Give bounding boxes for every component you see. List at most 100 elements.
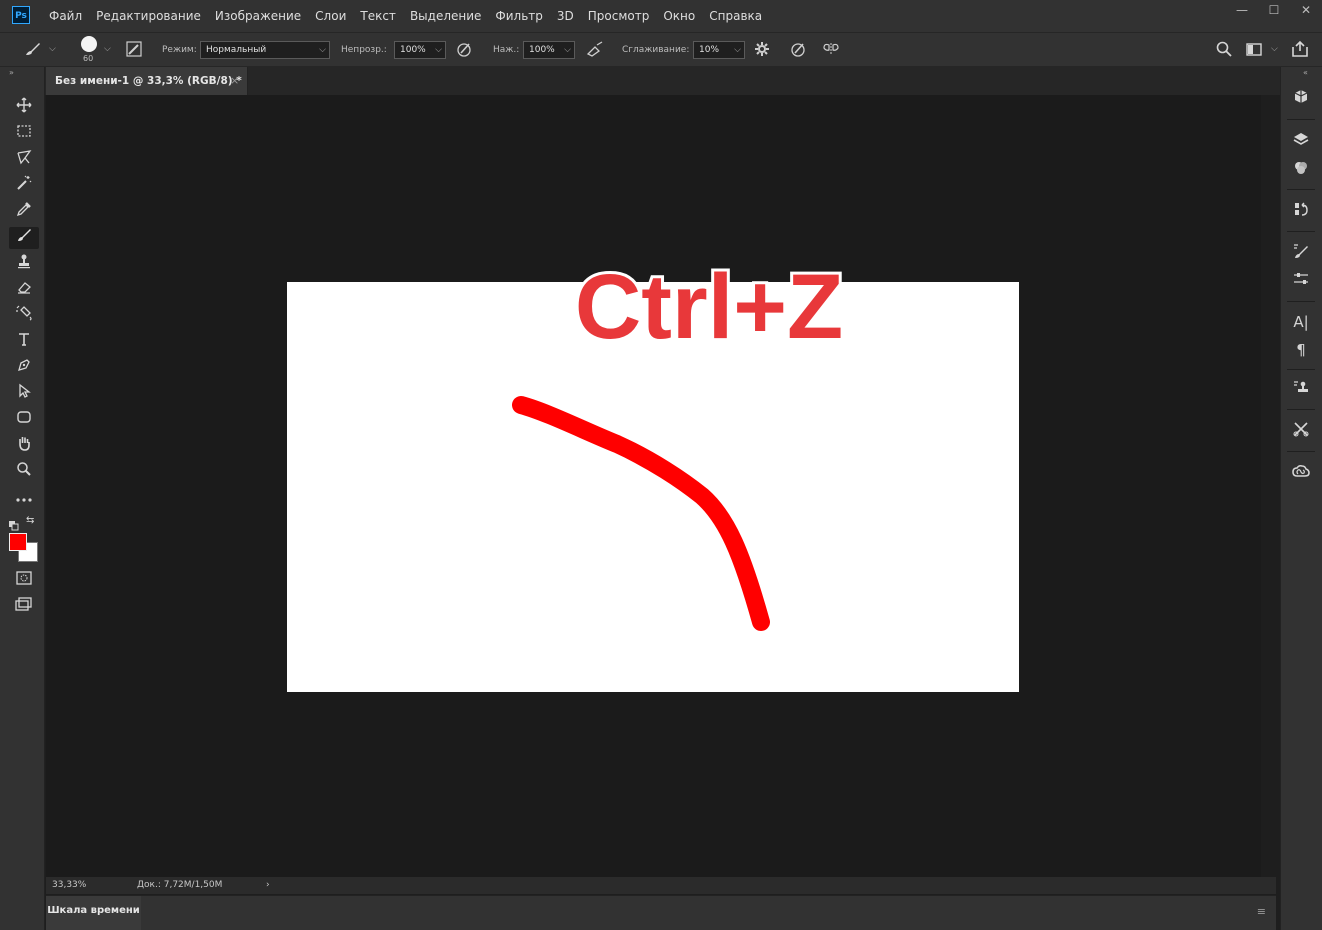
hand-tool[interactable] [9,435,39,457]
stamp-tool[interactable] [9,253,39,275]
opacity-field[interactable]: 100% ⌵ [394,41,446,59]
smoothing-label: Сглаживание: [622,45,690,55]
dock-separator [1287,301,1315,302]
status-menu-arrow[interactable]: › [266,880,270,890]
adjustments-icon[interactable] [1289,271,1313,293]
move-icon [16,97,32,113]
brush-size-value: 60 [83,54,94,63]
type-tool[interactable] [9,331,39,353]
document-size: Док.: 7,72M/1,50M [137,880,223,890]
search-icon[interactable] [1216,41,1232,61]
flow-field[interactable]: 100% ⌵ [523,41,575,59]
workspace-chevron-icon[interactable]: ⌵ [1271,44,1278,54]
history-icon[interactable] [1289,201,1313,223]
ctrl-z-headline: Ctrl+Z [572,253,846,361]
brush-size-preview[interactable] [81,36,97,52]
panels-dock: « A| ¶ [1280,67,1322,930]
menu-type[interactable]: Текст [353,9,403,23]
maximize-button[interactable]: ☐ [1258,0,1290,22]
menu-bar: Ps Файл Редактирование Изображение Слои … [0,0,1322,32]
swap-colors-icon[interactable]: ⇆ [26,515,34,526]
photoshop-logo[interactable]: Ps [12,6,30,24]
eyedropper-tool[interactable] [9,201,39,223]
hand-icon [19,437,30,451]
preset-chevron-icon[interactable]: ⌵ [49,44,56,54]
menu-window[interactable]: Окно [656,9,702,23]
window-controls: — ☐ ✕ [1226,0,1322,22]
gradient-tool[interactable] [9,305,39,327]
document-tab[interactable]: Без имени-1 @ 33,3% (RGB/8) * × [46,67,248,95]
lasso-tool[interactable] [9,149,39,171]
document-tab-close-icon[interactable]: × [230,74,239,87]
minimize-button[interactable]: — [1226,0,1258,22]
close-button[interactable]: ✕ [1290,0,1322,22]
more-tools[interactable] [9,487,39,509]
symmetry-icon[interactable] [822,41,840,61]
character-icon[interactable]: A| [1289,311,1313,333]
foreground-color-swatch[interactable] [9,533,27,551]
airbrush-icon[interactable] [586,41,604,61]
layers-icon[interactable] [1289,131,1313,153]
screen-mode-icon [15,597,32,611]
dock-separator [1287,409,1315,410]
menu-select[interactable]: Выделение [403,9,488,23]
menu-layers[interactable]: Слои [308,9,353,23]
canvas-area[interactable]: Ctrl+Z [46,95,1261,877]
menu-edit[interactable]: Редактирование [89,9,208,23]
pressure-size-icon[interactable] [790,41,806,61]
quick-mask-button[interactable] [9,569,39,591]
smoothing-chevron-icon: ⌵ [734,45,741,55]
menu-3d[interactable]: 3D [550,9,581,23]
paragraph-icon[interactable]: ¶ [1289,339,1313,361]
menu-help[interactable]: Справка [702,9,769,23]
brush-tool[interactable] [9,227,39,249]
opacity-value: 100% [400,45,426,55]
shape-icon [17,411,31,423]
ctrl-z-text: Ctrl+Z [575,256,843,358]
shape-tool[interactable] [9,409,39,431]
workspace-icon[interactable] [1246,41,1262,61]
menu-filter[interactable]: Фильтр [488,9,549,23]
screen-mode-button[interactable] [9,595,39,617]
tools-panel: » ⇆ [0,67,45,930]
brush-preset-icon[interactable] [24,41,42,61]
pressure-opacity-icon[interactable] [456,41,472,61]
magic-wand-icon [17,175,32,190]
timeline-tab[interactable]: Шкала времени [46,896,141,930]
brush-settings-icon[interactable] [126,41,142,61]
channels-icon[interactable] [1289,160,1313,182]
clone-source-icon[interactable] [1289,379,1313,401]
collapse-panels-icon[interactable]: « [1303,68,1308,77]
smoothing-value: 10% [699,45,720,55]
menu-file[interactable]: Файл [42,9,89,23]
creative-cloud-icon[interactable] [1289,463,1313,485]
mode-select[interactable]: Нормальный ⌵ [200,41,330,59]
share-icon[interactable] [1291,40,1309,62]
size-chevron-icon[interactable]: ⌵ [104,44,111,54]
brush-settings-panel-icon[interactable] [1289,243,1313,265]
panel-menu-icon[interactable]: ≡ [1257,905,1266,918]
gear-icon[interactable] [754,41,770,61]
eraser-icon [18,282,31,294]
eraser-tool[interactable] [9,279,39,301]
zoom-level[interactable]: 33,33% [52,880,86,890]
magic-wand-tool[interactable] [9,175,39,197]
smoothing-field[interactable]: 10% ⌵ [693,41,745,59]
zoom-tool[interactable] [9,461,39,483]
menu-image[interactable]: Изображение [208,9,308,23]
path-select-tool[interactable] [9,383,39,405]
marquee-tool[interactable] [9,123,39,145]
marquee-icon [17,125,31,137]
move-tool[interactable] [9,97,39,119]
dock-separator [1287,369,1315,370]
type-icon [19,333,29,346]
mode-value: Нормальный [206,45,267,55]
pen-tool[interactable] [9,357,39,379]
flow-value: 100% [529,45,555,55]
flow-chevron-icon: ⌵ [564,45,571,55]
tool-presets-icon[interactable] [1289,421,1313,443]
gradient-icon [16,305,32,321]
menu-view[interactable]: Просмотр [581,9,657,23]
collapse-tools-icon[interactable]: » [9,68,14,77]
libraries-icon[interactable] [1289,89,1313,111]
